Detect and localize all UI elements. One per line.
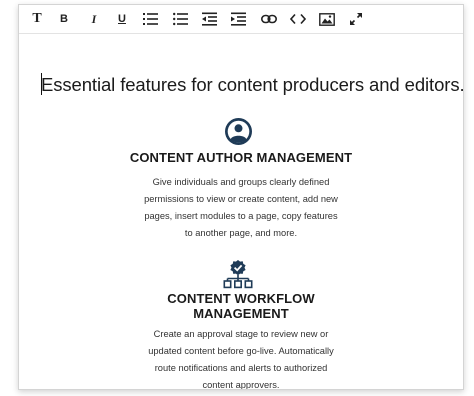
feature-description-workflow-management: Create an approval stage to review new o… — [111, 326, 371, 390]
feature-title-workflow-management: CONTENT WORKFLOW MANAGEMENT — [111, 291, 371, 321]
user-circle-icon — [225, 118, 252, 145]
image-button[interactable] — [317, 9, 337, 29]
text-style-button[interactable]: T — [27, 9, 47, 29]
ordered-list-button[interactable] — [141, 9, 161, 29]
bullet-list-icon — [173, 12, 188, 26]
italic-button[interactable]: I — [84, 9, 104, 29]
indent-button[interactable] — [229, 9, 249, 29]
feature-desc-line: pages, insert modules to a page, copy fe… — [144, 211, 338, 221]
italic-label: I — [91, 12, 97, 26]
underline-label: U — [118, 13, 126, 25]
bullet-list-button[interactable] — [171, 9, 191, 29]
page-headline: Essential features for content producers… — [41, 74, 464, 95]
expand-button[interactable] — [346, 9, 366, 29]
workflow-hierarchy-icon — [223, 260, 253, 289]
expand-icon — [349, 12, 363, 26]
feature-desc-line: permissions to view or create content, a… — [144, 194, 338, 204]
feature-desc-text: . — [276, 380, 280, 390]
image-icon — [319, 12, 335, 26]
outdent-icon — [202, 12, 217, 26]
feature-desc-line: Create an approval stage to review new o… — [153, 329, 329, 339]
indent-icon — [231, 12, 246, 26]
feature-title-line: MANAGEMENT — [193, 306, 289, 321]
text-style-label: T — [32, 11, 42, 26]
rich-text-editor: T B I U Essential features for content p… — [18, 4, 464, 390]
link-button[interactable] — [259, 9, 279, 29]
feature-desc-line: updated content before go-live. Automati… — [148, 346, 334, 356]
underline-button[interactable]: U — [112, 9, 132, 29]
feature-desc-line: content approvers. — [111, 377, 371, 390]
feature-title-line: CONTENT WORKFLOW — [167, 291, 315, 306]
spellcheck-flagged-word[interactable]: approvers — [236, 380, 277, 389]
bold-button[interactable]: B — [54, 9, 74, 29]
feature-desc-line: route notifications and alerts to author… — [154, 363, 328, 373]
link-icon — [261, 14, 277, 24]
bold-label: B — [60, 13, 68, 25]
feature-title-author-management: CONTENT AUTHOR MANAGEMENT — [129, 150, 353, 165]
ordered-list-icon — [143, 13, 158, 25]
outdent-button[interactable] — [200, 9, 220, 29]
code-button[interactable] — [288, 9, 308, 29]
code-icon — [290, 13, 306, 25]
editor-content-area[interactable]: Essential features for content producers… — [19, 34, 463, 389]
feature-desc-text: content — [202, 380, 236, 390]
editor-toolbar: T B I U — [19, 5, 463, 34]
feature-description-author-management: Give individuals and groups clearly defi… — [111, 174, 371, 242]
feature-desc-line: to another page, and more. — [184, 228, 298, 238]
feature-desc-line: Give individuals and groups clearly defi… — [152, 177, 330, 187]
